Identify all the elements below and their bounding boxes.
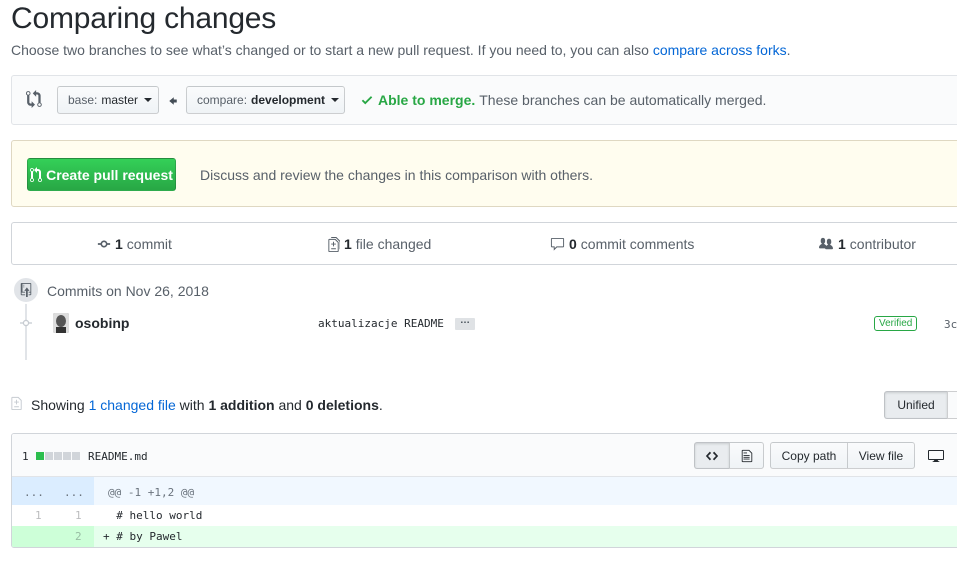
code-icon [705, 451, 719, 460]
commit-message[interactable]: aktualizacje README [318, 317, 444, 330]
split-view-button[interactable] [947, 391, 957, 419]
create-pr-box: Create pull request Discuss and review t… [11, 140, 957, 207]
people-icon [819, 237, 833, 250]
showing-prefix: Showing [31, 397, 89, 413]
additions-count: 1 addition [208, 397, 275, 413]
comments-count: 0 [569, 236, 577, 252]
contributors-count: 1 [838, 236, 846, 252]
base-branch-select[interactable]: base: master [57, 86, 159, 114]
repo-push-icon [12, 276, 40, 304]
showing-suffix: . [378, 397, 383, 413]
expand-commit-button[interactable]: … [455, 316, 475, 330]
diffstat-block-added [36, 452, 44, 460]
compare-value: development [251, 93, 326, 107]
commit-date-header: Commits on Nov 26, 2018 [47, 283, 209, 299]
diffstat-block-neutral [54, 452, 62, 460]
files-label: file changed [355, 236, 432, 252]
compare-label: compare: [197, 93, 248, 107]
hunk-old-line: ... [24, 486, 44, 499]
comment-icon [550, 237, 565, 251]
range-editor: base: master compare: development Able t… [11, 75, 957, 125]
subtitle-suffix: . [786, 42, 791, 58]
comments-label: commit comments [580, 236, 695, 252]
commits-summary[interactable]: 1 commit [97, 236, 172, 252]
hunk-header-row: ... ... @@ -1 +1,2 @@ [12, 477, 957, 505]
file-header: 1 README.md Copy path View file [12, 434, 957, 477]
subtitle-text: Choose two branches to see what’s change… [11, 42, 653, 58]
source-diff-button[interactable] [694, 442, 730, 469]
chevron-down-icon [144, 98, 153, 102]
hunk-header: @@ -1 +1,2 @@ [108, 486, 195, 499]
merge-status: Able to merge. These branches can be aut… [360, 92, 766, 108]
file-diff-icon [328, 236, 340, 252]
diff-code-line: # hello world [103, 509, 203, 522]
create-pull-request-button[interactable]: Create pull request [27, 158, 176, 191]
diffstat-block-neutral [45, 452, 53, 460]
display-icon[interactable] [928, 449, 944, 463]
diffstat-block-neutral [72, 452, 80, 460]
showing-mid: with [175, 397, 209, 413]
new-line-number[interactable]: 2 [75, 530, 82, 543]
page-title: Comparing changes [11, 2, 277, 35]
commits-label: commit [126, 236, 172, 252]
old-line-number[interactable]: 1 [35, 509, 42, 522]
file-icon [741, 449, 752, 462]
avatar[interactable] [53, 313, 69, 333]
diffstat-block-neutral [63, 452, 71, 460]
page-subtitle: Choose two branches to see what’s change… [11, 42, 791, 58]
file-diff-icon [11, 396, 22, 410]
diff-summary: Showing 1 changed file with 1 addition a… [31, 397, 383, 413]
changed-files-link[interactable]: 1 changed file [89, 397, 176, 413]
diff-code-line: + # by Pawel [103, 530, 183, 543]
diffstat-count: 1 [22, 450, 29, 463]
commit-icon [20, 319, 32, 327]
new-line-number[interactable]: 1 [75, 509, 82, 522]
showing-and: and [274, 397, 306, 413]
file-name[interactable]: README.md [88, 450, 148, 463]
pull-request-icon [30, 166, 43, 182]
merge-status-text: These branches can be automatically merg… [479, 92, 767, 108]
files-summary[interactable]: 1 file changed [328, 236, 431, 252]
view-file-button[interactable]: View file [847, 442, 915, 469]
chevron-down-icon [331, 98, 340, 102]
check-icon [361, 96, 373, 105]
commit-author[interactable]: osobinp [75, 315, 129, 331]
merge-ok-text: Able to merge. [378, 92, 476, 108]
diff-row-addition: 2 + # by Pawel [12, 526, 957, 547]
verified-badge[interactable]: Verified [874, 316, 918, 331]
copy-path-button[interactable]: Copy path [770, 442, 848, 469]
commit-sha[interactable]: 3c [944, 318, 957, 331]
deletions-count: 0 deletions [305, 397, 379, 413]
arrow-left-icon [169, 97, 177, 105]
create-pr-label: Create pull request [46, 166, 173, 183]
compare-arrows-icon[interactable] [26, 90, 44, 108]
unified-view-button[interactable]: Unified [884, 391, 948, 419]
files-count: 1 [344, 236, 352, 252]
addition-gutter [12, 526, 94, 547]
base-value: master [101, 93, 139, 107]
contributors-summary[interactable]: 1 contributor [818, 236, 916, 252]
diffstat-blocks [36, 452, 80, 460]
diff-row-context: 1 1 # hello world [12, 505, 957, 526]
rich-diff-button[interactable] [729, 442, 764, 469]
compare-branch-select[interactable]: compare: development [186, 86, 345, 114]
numbers-summary: 1 commit 1 file changed 0 commit comment… [11, 222, 957, 265]
base-label: base: [68, 93, 98, 107]
comments-summary[interactable]: 0 commit comments [550, 236, 694, 252]
file-diff: 1 README.md Copy path View file ... ... … [11, 433, 957, 548]
contributors-label: contributor [849, 236, 916, 252]
commits-count: 1 [115, 236, 123, 252]
hunk-new-line: ... [64, 486, 84, 499]
commit-icon [97, 240, 111, 248]
timeline-line [25, 300, 27, 360]
create-pr-note: Discuss and review the changes in this c… [200, 167, 593, 183]
compare-across-forks-link[interactable]: compare across forks [653, 42, 787, 58]
